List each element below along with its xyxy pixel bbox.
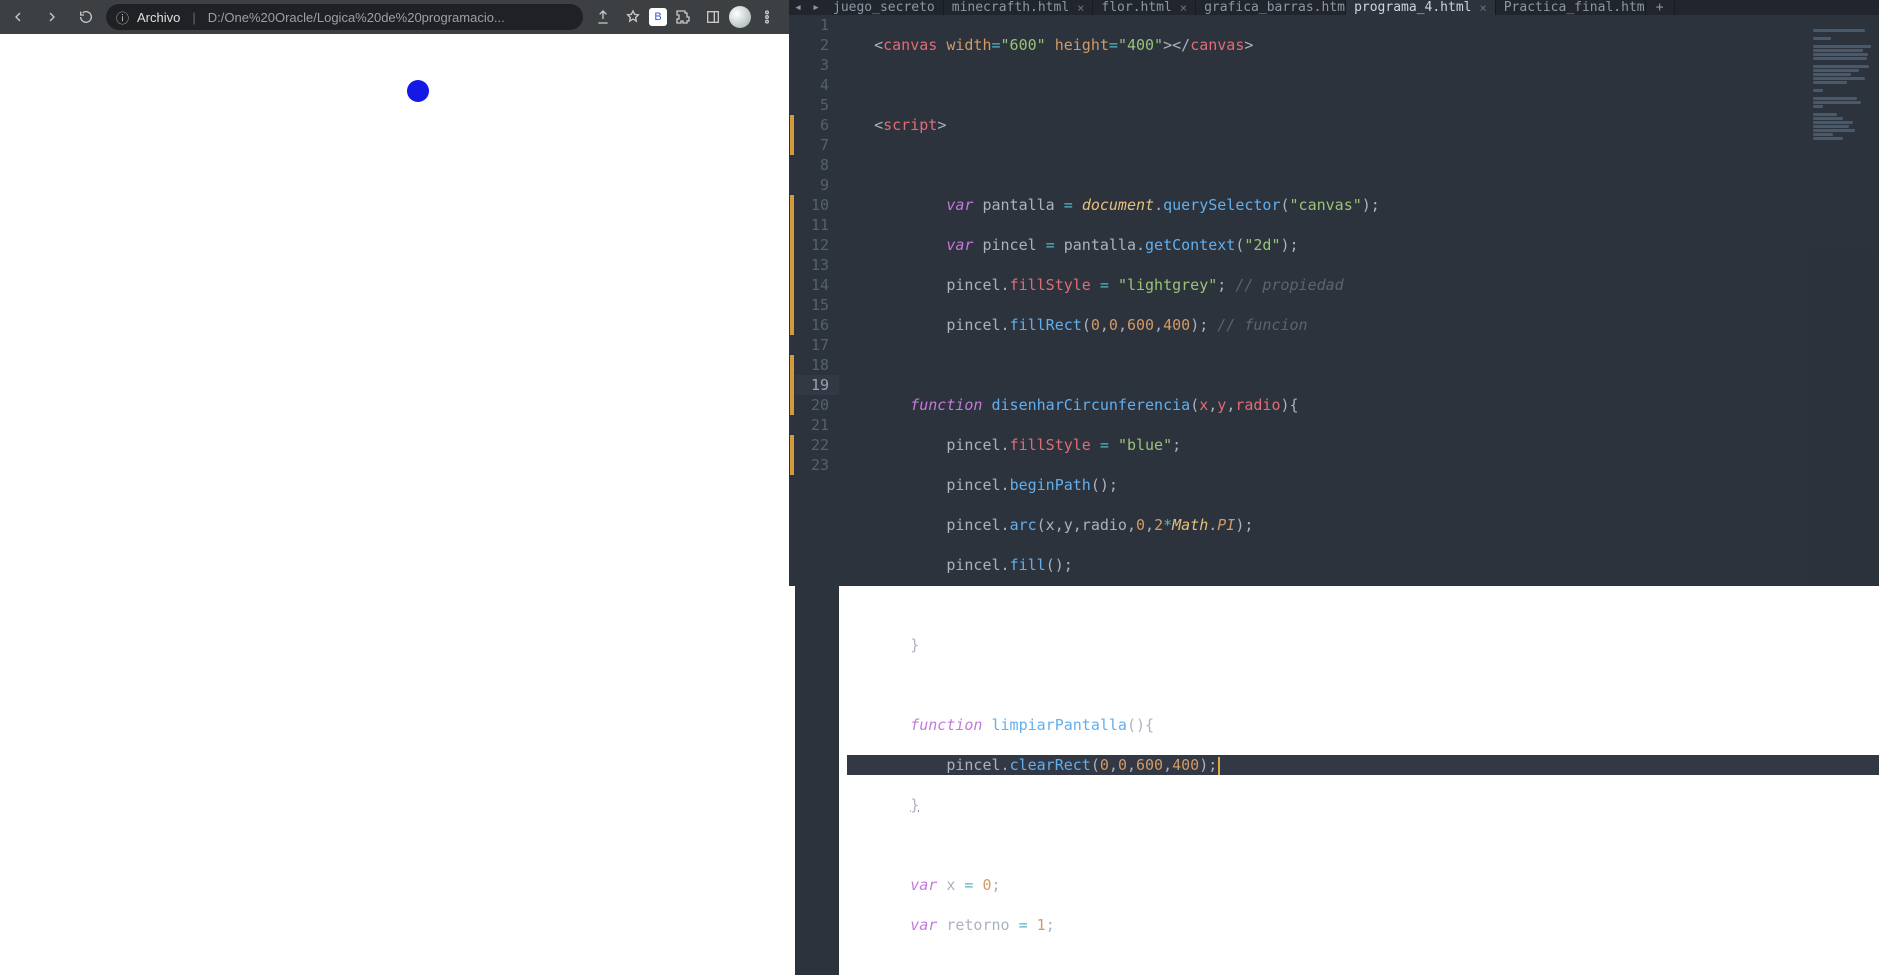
browser-toolbar: ⓘ Archivo | D:/One%20Oracle/Logica%20de%…	[0, 0, 789, 34]
line-number: 18	[795, 355, 829, 375]
line-number: 23	[795, 455, 829, 475]
tab-label: minecrafth.html	[952, 0, 1069, 15]
tab-programa-4[interactable]: programa_4.html ×	[1346, 0, 1496, 15]
back-icon[interactable]	[4, 3, 32, 31]
info-icon: ⓘ	[116, 8, 129, 27]
editor-body[interactable]: 1234567891011121314151617181920212223 <c…	[789, 15, 1879, 975]
line-number: 9	[795, 175, 829, 195]
code-area[interactable]: <canvas width="600" height="400"></canva…	[839, 15, 1879, 975]
line-number: 6	[795, 115, 829, 135]
line-number: 2	[795, 35, 829, 55]
line-number: 16	[795, 315, 829, 335]
tab-minecrafth[interactable]: minecrafth.html ×	[944, 0, 1094, 15]
tab-practica-final[interactable]: Practica_final.html ×	[1496, 0, 1646, 15]
line-number: 20	[795, 395, 829, 415]
line-number: 22	[795, 435, 829, 455]
tab-juego-secreto[interactable]: juego_secreto	[825, 0, 944, 15]
line-number: 17	[795, 335, 829, 355]
line-number: 21	[795, 415, 829, 435]
minimap[interactable]	[1809, 28, 1879, 586]
line-number: 10	[795, 195, 829, 215]
tab-flor[interactable]: flor.html ×	[1093, 0, 1196, 15]
panel-icon[interactable]	[699, 3, 727, 31]
browser-window: ⓘ Archivo | D:/One%20Oracle/Logica%20de%…	[0, 0, 789, 586]
forward-icon[interactable]	[38, 3, 66, 31]
avatar[interactable]	[729, 6, 751, 28]
line-number: 4	[795, 75, 829, 95]
tab-nav-right-icon[interactable]: ▸	[807, 0, 825, 15]
text-cursor	[1218, 757, 1220, 775]
share-icon[interactable]	[589, 3, 617, 31]
line-number: 7	[795, 135, 829, 155]
line-number: 14	[795, 275, 829, 295]
line-number: 11	[795, 215, 829, 235]
close-icon[interactable]: ×	[1479, 1, 1486, 15]
line-number: 19	[795, 375, 839, 395]
line-number: 13	[795, 255, 829, 275]
line-number: 1	[795, 15, 829, 35]
editor-tabbar: ◂ ▸ juego_secreto minecrafth.html × flor…	[789, 0, 1879, 15]
tab-label: programa_4.html	[1354, 0, 1471, 15]
rendered-circle	[407, 80, 429, 102]
new-tab-button[interactable]: +	[1646, 0, 1675, 15]
extensions-icon[interactable]	[669, 3, 697, 31]
tab-label: flor.html	[1101, 0, 1171, 15]
line-number: 15	[795, 295, 829, 315]
address-url: D:/One%20Oracle/Logica%20de%20programaci…	[208, 10, 505, 25]
reload-icon[interactable]	[72, 3, 100, 31]
line-number: 5	[795, 95, 829, 115]
tab-label: grafica_barras.html	[1204, 0, 1346, 15]
close-icon[interactable]: ×	[1180, 1, 1187, 15]
line-number: 8	[795, 155, 829, 175]
line-number: 3	[795, 55, 829, 75]
bookmark-icon[interactable]	[619, 3, 647, 31]
tab-nav-left-icon[interactable]: ◂	[789, 0, 807, 15]
menu-icon[interactable]	[753, 3, 781, 31]
translate-icon[interactable]: B	[649, 8, 667, 26]
line-number-gutter: 1234567891011121314151617181920212223	[795, 15, 839, 975]
address-label: Archivo	[137, 10, 180, 25]
address-separator: |	[192, 10, 195, 25]
browser-viewport	[0, 34, 789, 586]
address-bar[interactable]: ⓘ Archivo | D:/One%20Oracle/Logica%20de%…	[106, 4, 583, 30]
code-editor-window: ◂ ▸ juego_secreto minecrafth.html × flor…	[789, 0, 1879, 586]
tab-grafica-barras[interactable]: grafica_barras.html ×	[1196, 0, 1346, 15]
close-icon[interactable]: ×	[1077, 1, 1084, 15]
tab-label: Practica_final.html	[1504, 0, 1646, 15]
line-number: 12	[795, 235, 829, 255]
tab-label: juego_secreto	[833, 0, 935, 15]
